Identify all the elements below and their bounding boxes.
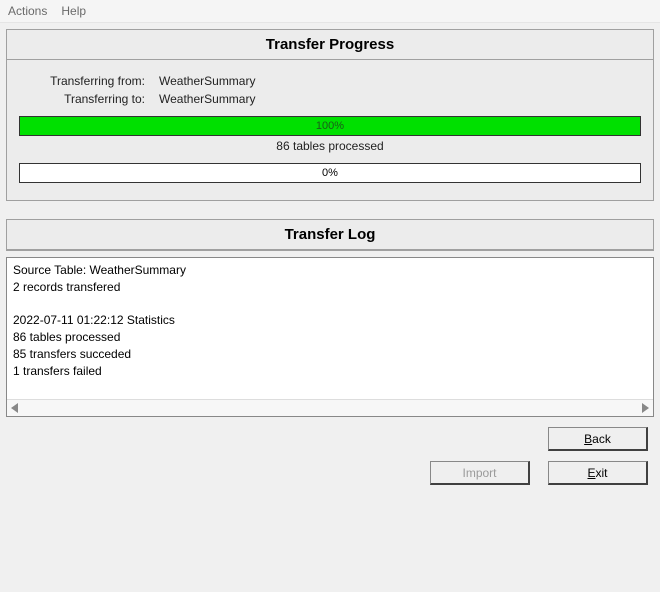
transfer-log-area: Source Table: WeatherSummary 2 records t… bbox=[6, 257, 654, 417]
overall-progress-text: 100% bbox=[20, 117, 640, 135]
back-button-mnemonic: B bbox=[584, 432, 592, 446]
current-progress-text: 0% bbox=[20, 164, 640, 182]
transferring-to-value: WeatherSummary bbox=[159, 92, 641, 106]
exit-button-rest: xit bbox=[596, 466, 608, 480]
scroll-left-icon[interactable] bbox=[11, 403, 18, 413]
exit-button[interactable]: Exit bbox=[548, 461, 648, 485]
import-button: Import bbox=[430, 461, 530, 485]
current-progress-bar: 0% bbox=[19, 163, 641, 183]
exit-button-mnemonic: E bbox=[587, 466, 595, 480]
overall-progress-bar: 100% bbox=[19, 116, 641, 136]
transferring-from-row: Transferring from: WeatherSummary bbox=[19, 74, 641, 88]
menubar: Actions Help bbox=[0, 0, 660, 23]
transferring-to-label: Transferring to: bbox=[19, 92, 159, 106]
transfer-progress-title: Transfer Progress bbox=[7, 30, 653, 60]
scroll-right-icon[interactable] bbox=[642, 403, 649, 413]
transfer-progress-section: Transfer Progress Transferring from: Wea… bbox=[6, 29, 654, 201]
horizontal-scrollbar[interactable] bbox=[7, 399, 653, 416]
button-row-bottom: Import Exit bbox=[0, 455, 660, 489]
transferring-from-value: WeatherSummary bbox=[159, 74, 641, 88]
back-button[interactable]: Back bbox=[548, 427, 648, 451]
menu-help[interactable]: Help bbox=[61, 4, 86, 18]
transferring-from-label: Transferring from: bbox=[19, 74, 159, 88]
transferring-to-row: Transferring to: WeatherSummary bbox=[19, 92, 641, 106]
transfer-log-title: Transfer Log bbox=[7, 220, 653, 250]
overall-progress-subtext: 86 tables processed bbox=[19, 139, 641, 153]
transfer-progress-body: Transferring from: WeatherSummary Transf… bbox=[7, 60, 653, 200]
menu-actions[interactable]: Actions bbox=[8, 4, 47, 18]
back-button-rest: ack bbox=[592, 432, 611, 446]
button-row-top: Back bbox=[0, 417, 660, 455]
transfer-log-text[interactable]: Source Table: WeatherSummary 2 records t… bbox=[7, 258, 653, 399]
transfer-log-section: Transfer Log bbox=[6, 219, 654, 251]
